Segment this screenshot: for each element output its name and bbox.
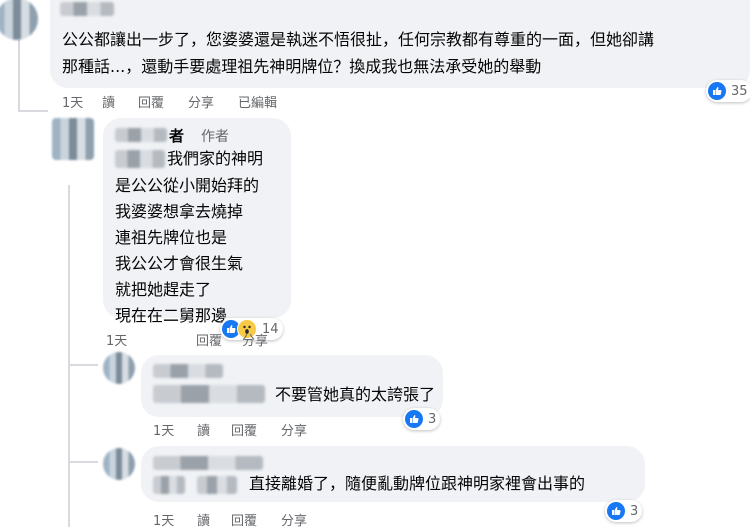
mention-tag[interactable] <box>115 150 165 168</box>
like-icon <box>405 410 423 428</box>
thread-line <box>68 185 70 527</box>
mention-tag[interactable] <box>153 385 265 403</box>
read-button[interactable]: 讀 <box>197 420 231 439</box>
reply-button[interactable]: 回覆 <box>138 92 188 111</box>
commenter-name[interactable] <box>153 456 263 470</box>
comment-text: 就把她趕走了 <box>115 280 212 299</box>
reaction-count[interactable]: 35 <box>706 80 750 102</box>
reply-button[interactable]: 回覆 <box>231 510 281 529</box>
comment-text: 直接離婚了，隨便亂動牌位跟神明家裡會出事的 <box>249 474 586 493</box>
comment-actions: 1天 讀 回覆 分享 <box>153 510 307 529</box>
reply-button[interactable]: 回覆 <box>196 330 242 349</box>
timestamp[interactable]: 1天 <box>62 92 102 111</box>
comment-bubble: 不要管她真的太誇張了 <box>141 355 443 417</box>
commenter-name[interactable] <box>153 364 223 378</box>
comment-actions: 1天 讀 回覆 分享 已編輯 <box>62 92 277 111</box>
like-icon <box>607 502 625 520</box>
timestamp[interactable]: 1天 <box>153 510 197 529</box>
comment-bubble: 直接離婚了，隨便亂動牌位跟神明家裡會出事的 <box>141 446 645 502</box>
reaction-count[interactable]: 3 <box>403 408 441 430</box>
thread-line-curve <box>68 461 98 463</box>
comment-text: 連祖先牌位也是 <box>115 228 228 247</box>
author-badge: 作者 <box>201 129 229 145</box>
edited-label: 已編輯 <box>238 96 278 111</box>
reaction-number: 3 <box>428 411 437 427</box>
comment-actions: 1天 讀 回覆 分享 <box>153 420 307 439</box>
reaction-number: 3 <box>630 503 639 519</box>
comment-text: 不要管她真的太誇張了 <box>275 385 436 404</box>
comment-text: 那種話...，還動手要處理祖先神明牌位？換成我也無法承受她的舉動 <box>62 57 542 76</box>
thread-line <box>18 40 20 112</box>
commenter-name-suffix[interactable]: 者 <box>169 125 184 146</box>
share-button[interactable]: 分享 <box>242 330 268 349</box>
comment-bubble: 公公都讓出一步了，您婆婆還是執迷不悟很扯，任何宗教都有尊重的一面，但她卻講 那種… <box>50 0 750 88</box>
comment-bubble: 者 作者 我們家的神明 是公公從小開始拜的 我婆婆想拿去燒掉 連祖先牌位也是 我… <box>103 118 291 325</box>
share-button[interactable]: 分享 <box>281 420 307 439</box>
comment-text: 現在在二舅那邊 <box>115 306 228 325</box>
comment-text: 我們家的神明 <box>167 149 264 168</box>
read-button[interactable]: 讀 <box>197 510 231 529</box>
commenter-name[interactable] <box>115 128 167 142</box>
reaction-number: 35 <box>731 83 748 99</box>
mention-tag[interactable] <box>153 476 185 494</box>
mention-tag[interactable] <box>197 476 237 494</box>
avatar[interactable] <box>0 0 38 40</box>
read-button[interactable]: 讀 <box>102 92 138 111</box>
avatar[interactable] <box>52 118 94 160</box>
like-icon <box>708 82 726 100</box>
reaction-count[interactable]: 3 <box>605 500 643 522</box>
avatar[interactable] <box>103 448 135 480</box>
timestamp[interactable]: 1天 <box>106 330 152 349</box>
timestamp[interactable]: 1天 <box>153 420 197 439</box>
thread-line-curve <box>18 110 48 112</box>
comment-actions: 1天 回覆 分享 <box>106 330 268 349</box>
comment-text: 我婆婆想拿去燒掉 <box>115 202 244 221</box>
thread-line-curve <box>68 364 98 366</box>
comment-text: 我公公才會很生氣 <box>115 254 244 273</box>
read-button[interactable] <box>152 330 196 349</box>
share-button[interactable]: 分享 <box>281 510 307 529</box>
share-button[interactable]: 分享 <box>188 92 238 111</box>
avatar[interactable] <box>103 352 135 384</box>
commenter-name[interactable] <box>60 2 114 16</box>
comment-text: 公公都讓出一步了，您婆婆還是執迷不悟很扯，任何宗教都有尊重的一面，但她卻講 <box>62 30 655 49</box>
comment-text: 是公公從小開始拜的 <box>115 176 260 195</box>
reply-button[interactable]: 回覆 <box>231 420 281 439</box>
